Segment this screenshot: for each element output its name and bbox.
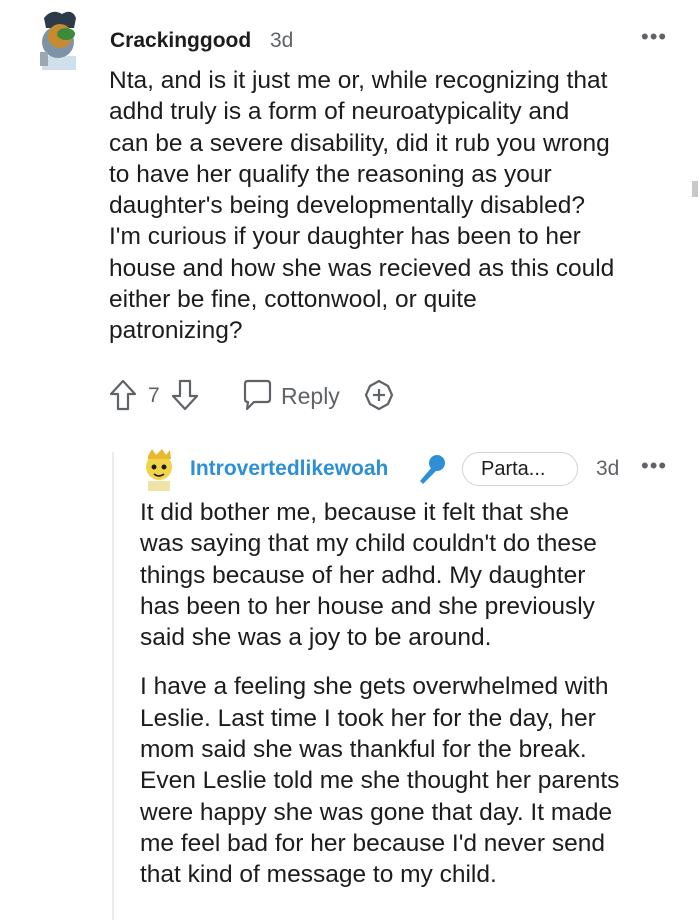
reply-author[interactable]: Introvertedlikewoah xyxy=(190,457,388,481)
reply-icon[interactable] xyxy=(240,378,274,412)
scrollbar-thumb[interactable] xyxy=(692,181,698,197)
upvote-icon[interactable] xyxy=(108,378,138,412)
reply-paragraph: It did bother me, because it felt that s… xyxy=(140,499,597,652)
comment-body: Nta, and is it just me or, while recogni… xyxy=(109,67,615,345)
microphone-icon xyxy=(415,452,449,486)
avatar[interactable] xyxy=(142,447,176,491)
reply-paragraph: I have a feeling she gets overwhelmed wi… xyxy=(140,673,620,889)
downvote-icon[interactable] xyxy=(170,378,200,412)
award-icon[interactable] xyxy=(362,378,396,412)
comment-author[interactable]: Crackinggood xyxy=(110,29,251,53)
vote-count: 7 xyxy=(148,384,160,407)
more-icon[interactable]: ••• xyxy=(641,26,667,48)
reply-button[interactable]: Reply xyxy=(281,383,340,410)
thread-line[interactable] xyxy=(112,452,114,920)
more-icon[interactable]: ••• xyxy=(641,455,667,477)
reply-body: It did bother me, because it felt that s… xyxy=(140,497,685,909)
comment-timestamp: 3d xyxy=(270,29,294,52)
avatar[interactable] xyxy=(36,8,88,70)
reply-timestamp: 3d xyxy=(596,457,620,480)
user-flair: Parta... xyxy=(462,452,578,486)
